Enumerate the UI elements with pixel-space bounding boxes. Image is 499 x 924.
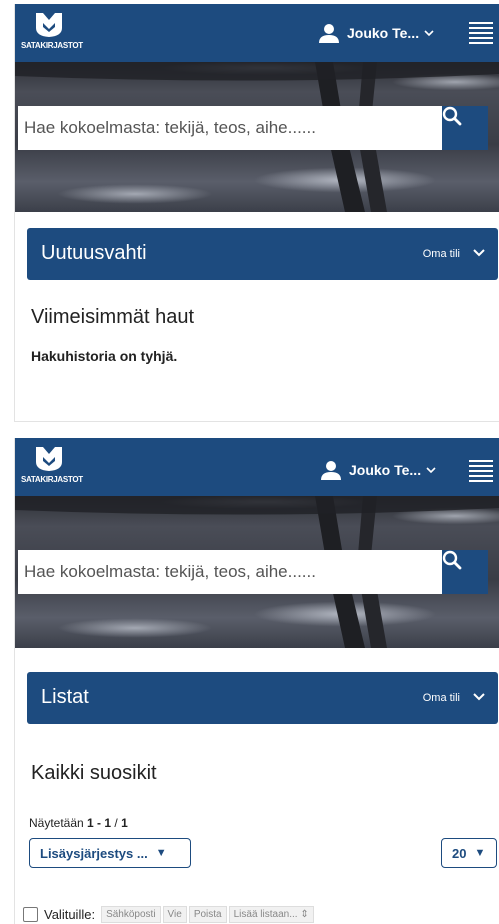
hamburger-menu-icon[interactable] xyxy=(469,22,493,44)
chevron-down-icon xyxy=(424,30,434,37)
sort-select[interactable]: Lisäysjärjestys ... ▼ xyxy=(29,838,191,868)
results-count: Näytetään 1 - 1 / 1 xyxy=(29,816,128,830)
user-icon xyxy=(321,461,341,480)
search-button[interactable] xyxy=(442,106,488,150)
user-name: Jouko Te... xyxy=(347,25,420,41)
select-all-checkbox[interactable] xyxy=(23,906,38,922)
account-link[interactable]: Oma tili xyxy=(423,692,460,704)
chevron-down-icon xyxy=(473,249,485,257)
results-total: 1 xyxy=(121,816,128,830)
email-button[interactable]: Sähköposti xyxy=(101,905,161,923)
account-link[interactable]: Oma tili xyxy=(423,248,460,260)
user-name: Jouko Te... xyxy=(349,462,422,478)
export-button[interactable]: Vie xyxy=(162,905,187,923)
section-title: Uutuusvahti xyxy=(41,242,147,264)
screen-uutuusvahti: SATAKIRJASTOT Jouko Te... Hae kokoelmast… xyxy=(14,4,499,422)
empty-history-message: Hakuhistoria on tyhjä. xyxy=(31,348,178,364)
caret-down-icon: ▼ xyxy=(155,847,167,859)
search-placeholder: Hae kokoelmasta: tekijä, teos, aihe.....… xyxy=(24,118,316,137)
chevron-down-icon xyxy=(473,693,485,701)
logo[interactable]: SATAKIRJASTOT xyxy=(21,444,83,490)
page-heading: Kaikki suosikit xyxy=(31,762,157,784)
search-icon xyxy=(442,550,462,570)
logo-icon xyxy=(36,447,62,471)
results-separator: / xyxy=(111,816,122,830)
search-button[interactable] xyxy=(442,550,488,594)
user-icon xyxy=(319,24,339,43)
search-input[interactable]: Hae kokoelmasta: tekijä, teos, aihe.....… xyxy=(18,550,442,594)
screen-listat: SATAKIRJASTOT Jouko Te... Hae kokoelmast… xyxy=(14,438,499,924)
search-input[interactable]: Hae kokoelmasta: tekijä, teos, aihe.....… xyxy=(18,106,442,150)
search-bar: Hae kokoelmasta: tekijä, teos, aihe.....… xyxy=(18,550,499,594)
add-to-list-select[interactable]: Lisää listaan... ⇕ xyxy=(228,905,314,923)
per-page-value: 20 xyxy=(452,845,467,861)
logo-text: SATAKIRJASTOT xyxy=(21,41,83,50)
section-header-listat[interactable]: Listat Oma tili xyxy=(27,672,498,724)
logo[interactable]: SATAKIRJASTOT xyxy=(21,10,83,56)
per-page-select[interactable]: 20 ▼ xyxy=(441,838,497,868)
selected-label: Valituille: xyxy=(44,906,96,922)
top-navbar: SATAKIRJASTOT Jouko Te... xyxy=(15,438,499,496)
results-prefix: Näytetään xyxy=(29,816,88,830)
sort-select-value: Lisäysjärjestys ... xyxy=(40,845,148,861)
hamburger-menu-icon[interactable] xyxy=(469,460,493,482)
chevron-down-icon xyxy=(426,467,436,474)
caret-down-icon: ▼ xyxy=(474,847,486,859)
top-navbar: SATAKIRJASTOT Jouko Te... xyxy=(15,4,499,62)
section-header-uutuusvahti[interactable]: Uutuusvahti Oma tili xyxy=(27,228,498,280)
user-menu[interactable]: Jouko Te... xyxy=(319,21,434,45)
user-menu[interactable]: Jouko Te... xyxy=(321,458,436,482)
logo-icon xyxy=(36,13,62,37)
search-placeholder: Hae kokoelmasta: tekijä, teos, aihe.....… xyxy=(24,562,316,581)
page-heading: Viimeisimmät haut xyxy=(31,306,195,328)
results-range: 1 - 1 xyxy=(87,816,112,830)
search-bar: Hae kokoelmasta: tekijä, teos, aihe.....… xyxy=(18,106,499,150)
delete-button[interactable]: Poista xyxy=(188,905,227,923)
bulk-actions-row: Valituille: Sähköposti Vie Poista Lisää … xyxy=(23,904,316,924)
hero-banner: Hae kokoelmasta: tekijä, teos, aihe.....… xyxy=(15,496,499,648)
search-icon xyxy=(442,106,462,126)
logo-text: SATAKIRJASTOT xyxy=(21,475,83,484)
hero-banner: Hae kokoelmasta: tekijä, teos, aihe.....… xyxy=(15,62,499,212)
section-title: Listat xyxy=(41,686,89,708)
